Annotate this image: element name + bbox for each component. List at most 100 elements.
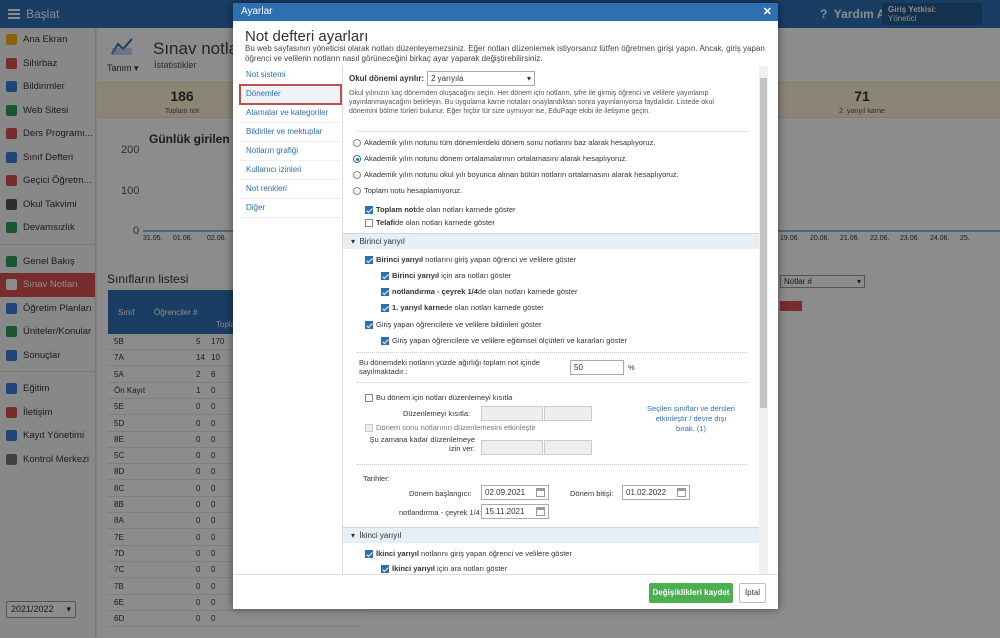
settings-dialog: Ayarlar ✕ Not defteri ayarları Bu web sa… [233,3,778,609]
chk-bold: İkinci yarıyıl [392,564,435,573]
settings-nav-item[interactable]: Bildiriler ve mektuplar [240,123,341,142]
calendar-icon[interactable] [677,488,686,497]
chk-text: için ara notları göster [439,271,512,280]
start-date-label: Dönem başlangıcı: [409,489,472,498]
checkbox[interactable] [365,321,373,330]
chk-toplam[interactable]: Toplam notde olan notları karnede göster [365,205,516,215]
calendar-icon[interactable] [536,488,545,497]
lock-from-input [481,406,543,421]
close-icon[interactable]: ✕ [763,5,772,18]
quarter-date-value: 15.11.2021 [485,507,525,516]
chk-bold: notlandırma - çeyrek 1/4 [392,287,478,296]
checkbox[interactable] [365,256,373,265]
checkbox [365,424,373,433]
checkbox[interactable] [381,288,389,297]
chk-s1-notices[interactable]: Giriş yapan öğrencilere ve velilere bild… [365,320,542,330]
calendar-icon[interactable] [536,507,545,516]
period-description: Okul yılınızın kaç dönemden oluşacağını … [349,90,714,115]
period-select[interactable]: 2 yarıyıla ▾ [427,71,535,86]
scrollbar-thumb[interactable] [760,78,767,408]
radio-label: Akademik yılın notunu tüm dönemlerdeki d… [364,138,656,147]
chevron-down-icon: ▾ [351,237,356,246]
chevron-down-icon: ▾ [351,531,356,540]
end-date-input[interactable]: 01.02.2022 [622,485,690,500]
select-classes-link[interactable]: Seçilen sınıfları ve dersleri etkinleşti… [646,404,736,434]
checkbox[interactable] [381,565,389,574]
dialog-description: Bu web sayfasının yöneticisi olarak notl… [245,44,765,63]
settings-nav-item[interactable]: Not sistemi [240,66,341,85]
section-first-semester[interactable]: ▾ Birinci yarıyıl [343,233,760,249]
weight-value: 50 [574,363,583,372]
chk-bold: Birinci yarıyıl [376,255,424,264]
section-second-semester[interactable]: ▾ İkinci yarıyıl [343,527,760,543]
lock-from-time [544,406,592,421]
chk-text: notlarını giriş yapan öğrenci ve veliler… [418,549,572,558]
section-label: İkinci yarıyıl [359,531,402,540]
settings-nav-item[interactable]: Diğer [240,199,341,218]
radio[interactable] [353,171,361,180]
radio[interactable] [353,155,361,164]
cancel-button[interactable]: İptal [739,583,766,603]
dialog-header-label: Ayarlar [241,6,273,17]
end-date-value: 01.02.2022 [626,488,667,497]
dialog-title: Not defteri ayarları [245,28,369,45]
chk-telafi[interactable]: Telafide olan notları karnede göster [365,218,495,228]
weight-unit: % [628,363,635,372]
chk-lock-end: Dönem sonu notlarının düzenlemesini etki… [365,423,536,433]
period-value: 2 yarıyıla [431,74,464,83]
save-changes-button[interactable]: Değişiklikleri kaydet [649,583,733,603]
settings-nav-item[interactable]: Not renkleri [240,180,341,199]
weight-label: Bu dönemdeki notların yüzde ağırlığı top… [359,358,540,376]
radio-option-3[interactable]: Akademik yılın notunu okul yılı boyunca … [353,170,679,180]
checkbox[interactable] [381,337,389,346]
chk-s2-publish[interactable]: İkinci yarıyıl notlarını giriş yapan öğr… [365,549,572,559]
chk-text: Giriş yapan öğrencilere ve velilere eğit… [392,336,628,345]
radio-label: Toplam notu hesaplamıyoruz. [364,186,462,195]
checkbox[interactable] [381,304,389,313]
chk-s1-report[interactable]: 1. yarıyıl karnede olan notları karnede … [381,303,544,313]
chk-text: için ara notları göster [434,564,508,573]
chk-bold: Toplam not [376,205,416,214]
lock-sub-label: Düzenlemeyi kısıtla: [403,409,471,418]
chk-text: de olan notları karnede göster [444,303,544,312]
quarter-date-label: notlandırma - çeyrek 1/4: [399,508,482,517]
chk-s1-criteria[interactable]: Giriş yapan öğrencilere ve velilere eğit… [381,336,628,346]
chk-text: de olan notları karnede göster [477,287,578,296]
lock-until-label: Şu zamana kadar düzenlemeye izin ver: [369,435,475,453]
lock-until-time [544,440,592,455]
chk-s1-quarter[interactable]: notlandırma - çeyrek 1/4de olan notları … [381,287,578,297]
checkbox[interactable] [365,394,373,403]
radio[interactable] [353,187,361,196]
chk-bold: 1. yarıyıl karne [392,303,445,312]
chk-bold: İkinci yarıyıl [376,549,419,558]
settings-nav-item[interactable]: Dönemler [239,84,342,105]
settings-nav-item[interactable]: Atamalar ve kategoriler [240,104,341,123]
chk-s1-publish[interactable]: Birinci yarıyıl notlarını giriş yapan öğ… [365,255,576,265]
start-date-input[interactable]: 02.09.2021 [481,485,549,500]
divider [357,464,747,465]
chk-lock[interactable]: Bu dönem için notları düzenlemeyi kısıtl… [365,393,512,403]
end-date-label: Dönem bitişi: [570,489,614,498]
chk-s2-interim[interactable]: İkinci yarıyıl için ara notları göster [381,564,508,574]
content-scrollbar[interactable] [759,66,768,574]
radio-option-2[interactable]: Akademik yılın notunu dönem ortalamaları… [353,154,627,164]
checkbox[interactable] [365,206,373,215]
chk-s1-interim[interactable]: Birinci yarıyıl için ara notları göster [381,271,512,281]
settings-nav: Not sistemi Dönemler Atamalar ve kategoril… [239,66,342,218]
settings-nav-item[interactable]: Notların grafiği [240,142,341,161]
weight-input[interactable]: 50 [570,360,624,375]
chk-text: Giriş yapan öğrencilere ve velilere bild… [376,320,542,329]
divider [357,131,747,132]
radio-option-4[interactable]: Toplam notu hesaplamıyoruz. [353,186,462,196]
chevron-down-icon: ▾ [526,74,531,83]
radio-option-1[interactable]: Akademik yılın notunu tüm dönemlerdeki d… [353,138,656,148]
divider [357,352,747,353]
quarter-date-input[interactable]: 15.11.2021 [481,504,549,519]
radio[interactable] [353,139,361,148]
checkbox[interactable] [365,219,373,228]
settings-nav-item[interactable]: Kullanıcı izinleri [240,161,341,180]
checkbox[interactable] [365,550,373,559]
lock-until-input [481,440,543,455]
radio-label: Akademik yılın notunu okul yılı boyunca … [364,170,679,179]
checkbox[interactable] [381,272,389,281]
